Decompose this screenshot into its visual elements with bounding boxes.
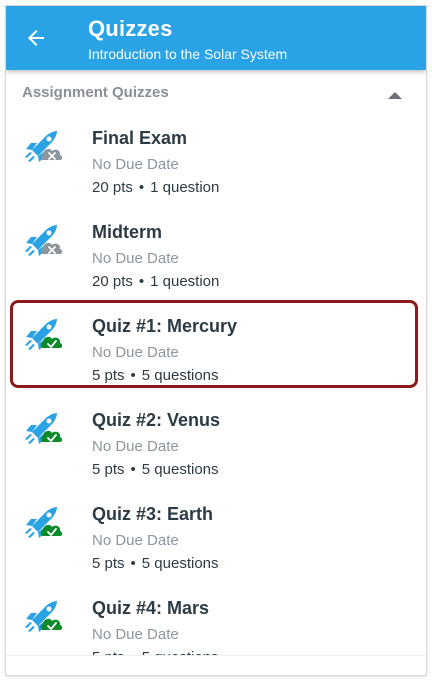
- quiz-title: Final Exam: [92, 128, 188, 148]
- quiz-questions: 1 question: [150, 179, 220, 196]
- quiz-rocket-icon: [25, 413, 62, 444]
- toolbar: Quizzes Introduction to the Solar System: [6, 6, 426, 70]
- page-subtitle: Introduction to the Solar System: [88, 46, 288, 62]
- quiz-title: Quiz #4: Mars: [92, 598, 210, 618]
- separator-dot: •: [138, 273, 145, 290]
- quiz-item[interactable]: Final Exam No Due Date 20 pts • 1 question: [6, 112, 426, 206]
- quiz-title: Quiz #2: Venus: [92, 410, 221, 430]
- quiz-list: Assignment Quizzes Final Exam No Due Dat…: [6, 70, 426, 655]
- quiz-rocket-icon: [25, 507, 62, 538]
- quiz-questions: 1 question: [150, 273, 220, 290]
- quiz-item[interactable]: Quiz #2: Venus No Due Date 5 pts • 5 quest…: [6, 394, 426, 488]
- separator-dot: •: [130, 555, 136, 572]
- quiz-title: Quiz #3: Earth: [92, 504, 214, 524]
- separator-dot: •: [130, 367, 136, 384]
- quiz-questions: 5 questions: [141, 461, 219, 478]
- quiz-questions: 5 questions: [141, 367, 219, 384]
- page-title: Quizzes: [88, 16, 173, 41]
- separator-dot: •: [130, 461, 136, 478]
- quiz-questions: 5 questions: [141, 555, 219, 572]
- section-header[interactable]: Assignment Quizzes: [6, 70, 426, 112]
- quiz-points: 5 pts: [92, 367, 125, 384]
- quiz-item[interactable]: Quiz #3: Earth No Due Date 5 pts • 5 quest…: [6, 488, 426, 582]
- quiz-rocket-icon: [25, 601, 62, 632]
- chevron-up-icon[interactable]: [388, 92, 402, 99]
- quiz-meta: 5 pts • 5 questions: [92, 555, 219, 572]
- separator-dot: •: [138, 179, 145, 196]
- quiz-points: 20 pts: [92, 273, 133, 290]
- quiz-title: Midterm: [92, 222, 163, 242]
- app-window: Quizzes Introduction to the Solar System…: [6, 6, 426, 675]
- quiz-points: 5 pts: [92, 461, 125, 478]
- quiz-title: Quiz #1: Mercury: [92, 316, 238, 336]
- quiz-rocket-icon: [25, 319, 62, 350]
- quiz-due-date: No Due Date: [92, 532, 179, 549]
- quiz-items: Final Exam No Due Date 20 pts • 1 question…: [6, 112, 426, 655]
- bottom-bar: [6, 655, 426, 675]
- arrow-left-icon[interactable]: [24, 26, 48, 50]
- quiz-due-date: No Due Date: [92, 250, 179, 267]
- section-title: Assignment Quizzes: [22, 84, 169, 101]
- quiz-meta: 5 pts • 5 questions: [92, 461, 219, 478]
- quiz-item[interactable]: Midterm No Due Date 20 pts • 1 question: [6, 206, 426, 300]
- quiz-rocket-icon: [25, 225, 62, 256]
- back-button[interactable]: [18, 20, 54, 56]
- quiz-rocket-icon: [25, 131, 62, 162]
- quiz-due-date: No Due Date: [92, 156, 179, 173]
- quiz-meta: 5 pts • 5 questions: [92, 367, 219, 384]
- quiz-item[interactable]: Quiz #4: Mars No Due Date 5 pts•5 questi…: [6, 582, 426, 655]
- quiz-meta: 20 pts • 1 question: [92, 273, 219, 290]
- quiz-due-date: No Due Date: [92, 344, 179, 361]
- quiz-due-date: No Due Date: [92, 626, 179, 643]
- quiz-points: 20 pts: [92, 179, 133, 196]
- quiz-item[interactable]: Quiz #1: Mercury No Due Date 5 pts • 5 que…: [6, 300, 426, 394]
- quiz-points: 5 pts: [92, 555, 125, 572]
- quiz-meta: 20 pts • 1 question: [92, 179, 219, 196]
- quiz-due-date: No Due Date: [92, 438, 179, 455]
